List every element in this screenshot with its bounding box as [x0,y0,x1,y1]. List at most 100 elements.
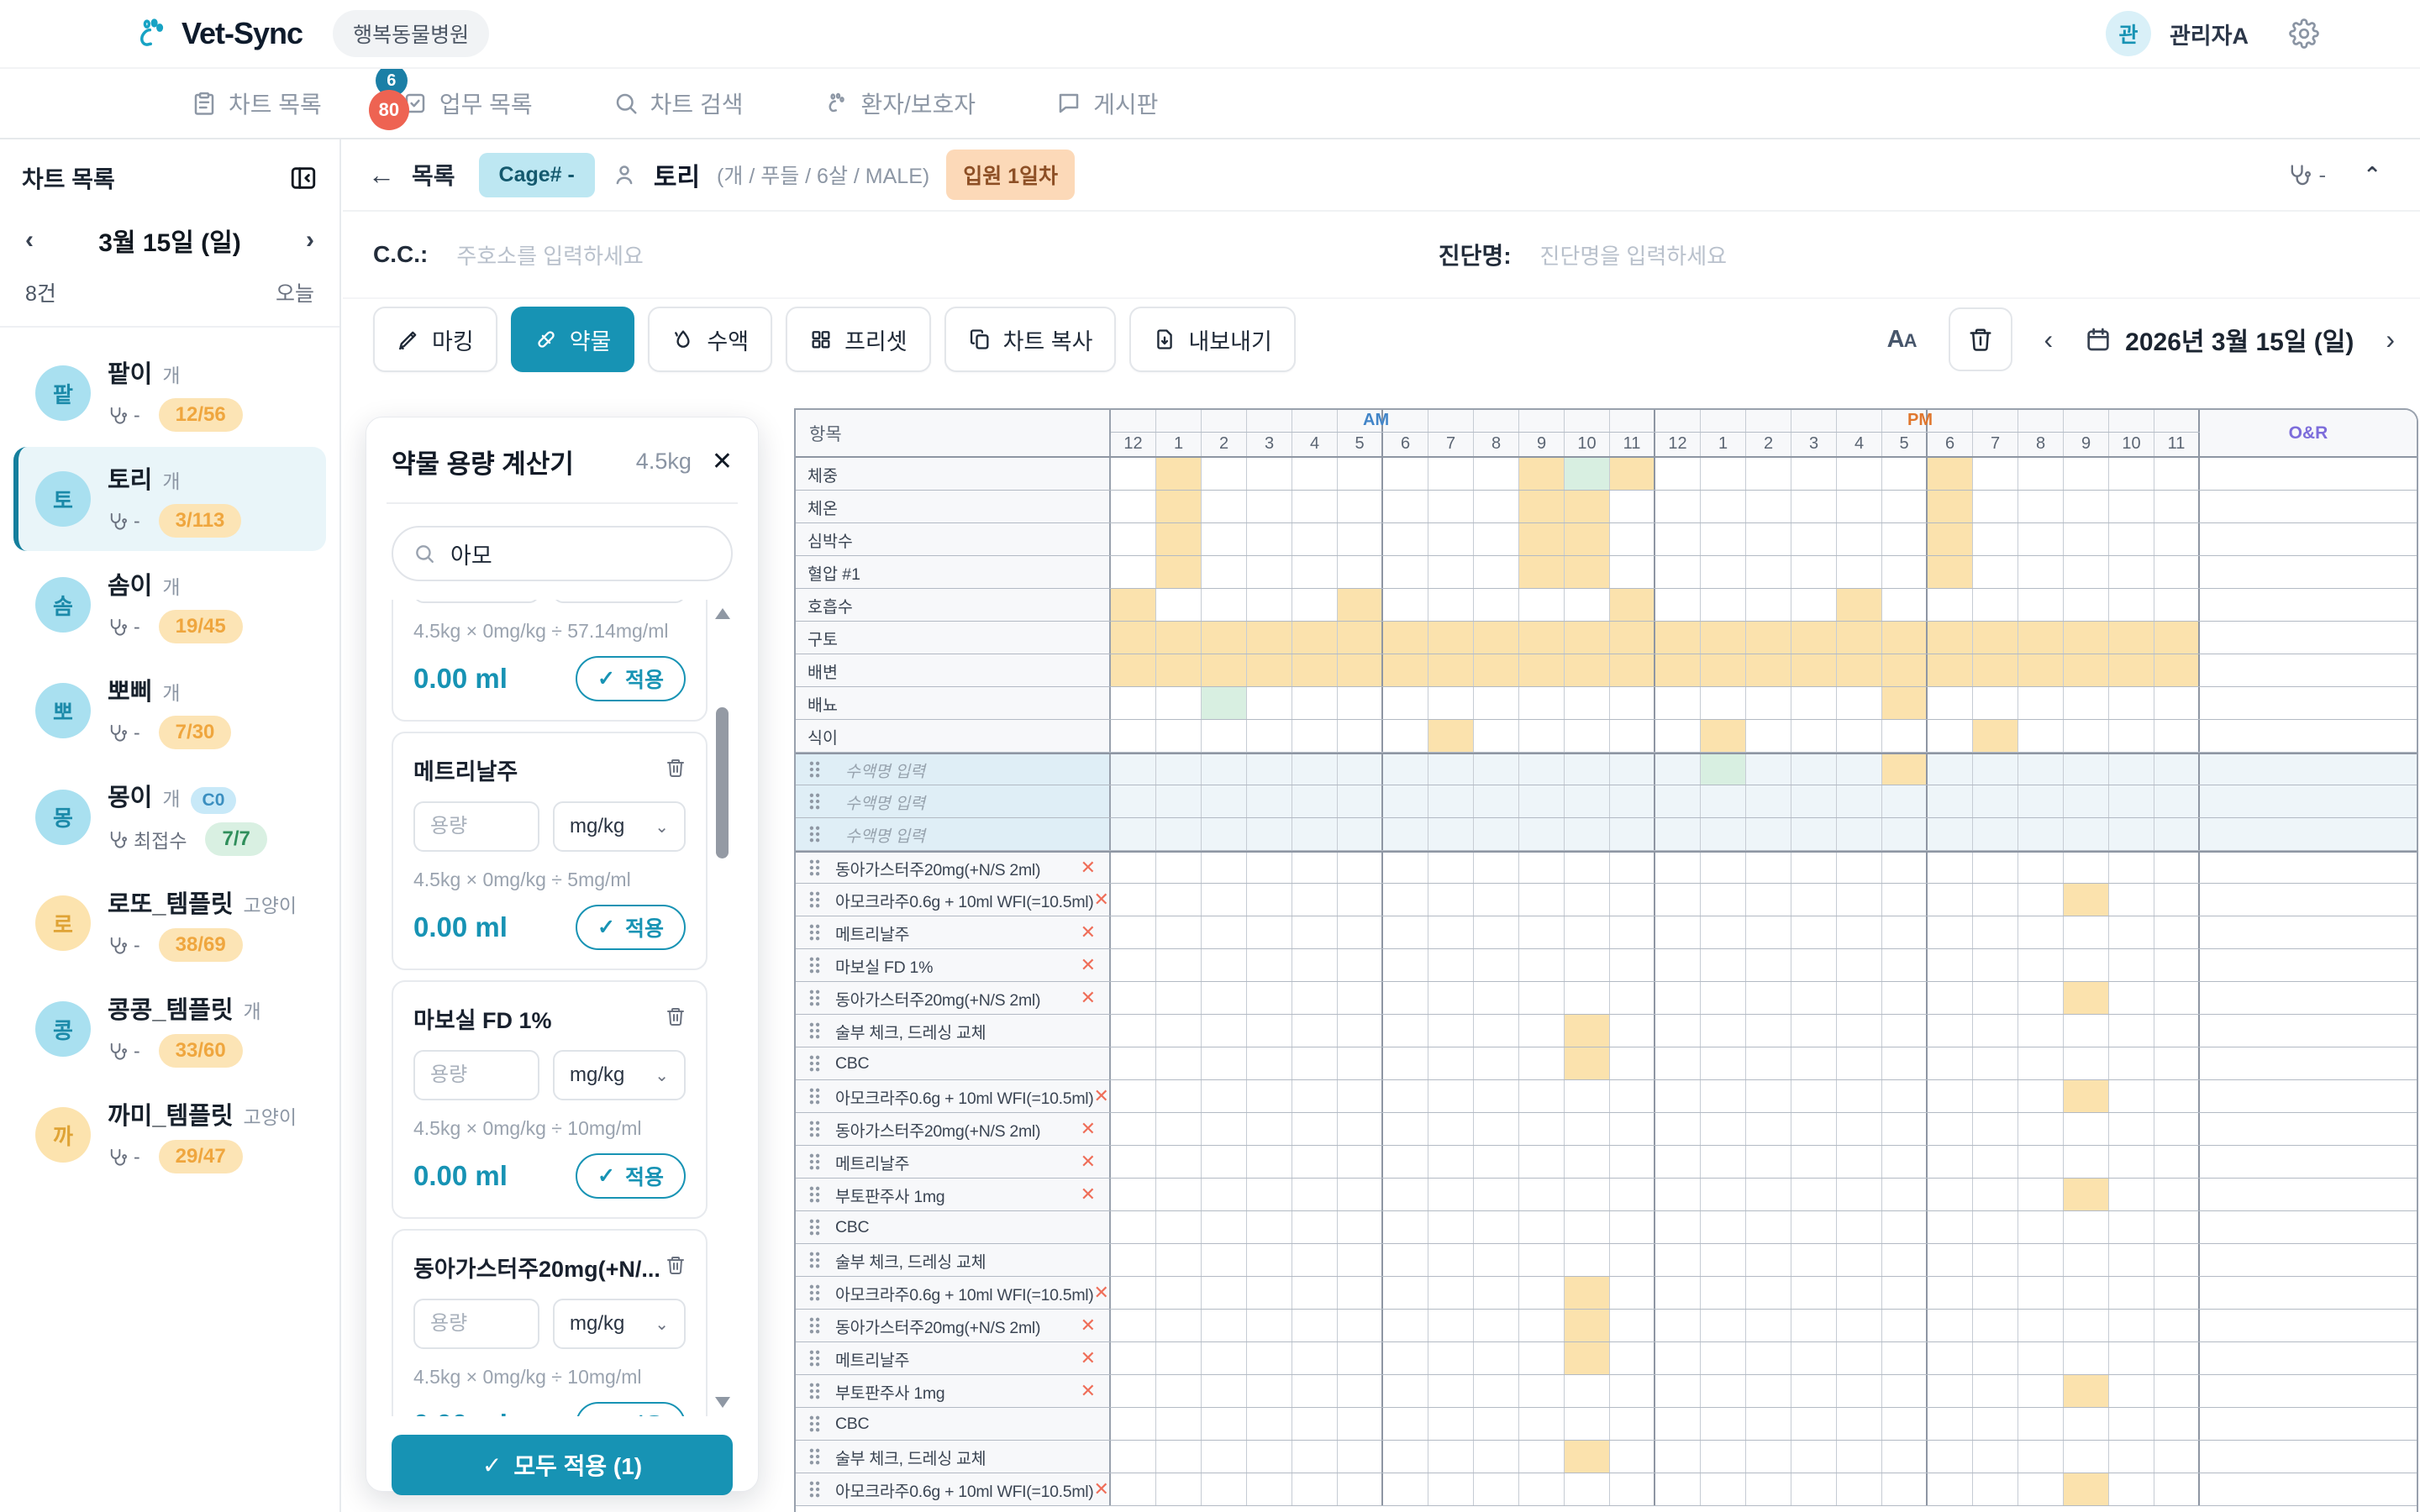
grid-cell[interactable] [2064,884,2109,916]
grid-cell[interactable] [2064,1146,2109,1178]
grid-cell[interactable] [1973,884,2018,916]
grid-cell[interactable] [1837,1310,1882,1341]
grid-cell[interactable] [1111,654,1156,686]
grid-cell[interactable] [1746,1146,1791,1178]
grid-cell[interactable] [2109,982,2154,1014]
grid-cell[interactable] [1247,720,1292,752]
grid-cell[interactable] [1428,1342,1474,1374]
grid-cell[interactable] [1428,853,1474,883]
grid-cell[interactable] [1383,754,1428,785]
grid-cell[interactable] [1156,622,1202,654]
grid-cell[interactable] [1837,720,1882,752]
grid-cell[interactable] [2154,1047,2200,1079]
grid-cell[interactable] [1202,754,1247,785]
fluid-name-input[interactable]: 수액명 입력 [845,822,925,847]
remove-row-icon[interactable]: ✕ [1081,1185,1101,1204]
grid-cell[interactable] [2154,1211,2200,1243]
grid-cell[interactable] [2018,720,2064,752]
grid-cell[interactable] [1791,1047,1837,1079]
grid-cell[interactable] [1746,1113,1791,1145]
grid-cell[interactable] [1746,916,1791,948]
grid-cell[interactable] [1837,1146,1882,1178]
grid-cell[interactable] [1292,720,1338,752]
fluid-name-input[interactable]: 수액명 입력 [845,758,925,782]
grid-cell[interactable] [1292,1244,1338,1276]
grid-cell[interactable] [1655,720,1701,752]
grid-cell[interactable] [1882,1375,1928,1407]
grid-cell[interactable] [1655,785,1701,817]
grid-cell[interactable] [1882,1146,1928,1178]
grid-cell[interactable] [1928,1080,1973,1112]
grid-cell[interactable] [2109,884,2154,916]
grid-cell[interactable] [2109,853,2154,883]
grid-cell[interactable] [2064,818,2109,850]
grid-cell[interactable] [1111,589,1156,621]
grid-cell[interactable] [1973,1277,2018,1309]
grid-cell[interactable] [1565,1473,1610,1505]
grid-cell[interactable] [1655,1113,1701,1145]
remove-row-icon[interactable]: ✕ [1081,1349,1101,1368]
grid-cell[interactable] [1519,556,1565,588]
grid-cell[interactable] [1338,1179,1383,1210]
grid-cell[interactable] [1746,754,1791,785]
calculator-scrollbar[interactable] [714,600,731,1416]
or-cell[interactable] [2200,1441,2417,1473]
grid-cell[interactable] [1655,853,1701,883]
grid-cell[interactable] [1474,491,1519,522]
today-button[interactable]: 오늘 [276,277,314,307]
grid-cell[interactable] [1338,1146,1383,1178]
grid-cell[interactable] [1655,589,1701,621]
grid-cell[interactable] [1565,785,1610,817]
grid-cell[interactable] [1928,1211,1973,1243]
grid-cell[interactable] [1610,589,1655,621]
grid-cell[interactable] [1882,785,1928,817]
grid-cell[interactable] [1474,982,1519,1014]
grid-cell[interactable] [1156,720,1202,752]
grid-cell[interactable] [1156,982,1202,1014]
grid-cell[interactable] [1655,687,1701,719]
grid-cell[interactable] [1655,458,1701,490]
grid-cell[interactable] [1973,1113,2018,1145]
grid-cell[interactable] [2109,949,2154,981]
grid-cell[interactable] [1791,949,1837,981]
grid-cell[interactable] [1928,523,1973,555]
grid-row-label[interactable]: 수액명 입력 [796,754,1111,785]
or-cell[interactable] [2200,1342,2417,1374]
grid-cell[interactable] [2154,458,2200,490]
grid-cell[interactable] [1791,523,1837,555]
grid-cell[interactable] [1701,622,1746,654]
grid-cell[interactable] [1973,1080,2018,1112]
grid-cell[interactable] [1565,916,1610,948]
grid-cell[interactable] [1519,622,1565,654]
grid-cell[interactable] [2064,1113,2109,1145]
or-cell[interactable] [2200,1375,2417,1407]
grid-cell[interactable] [1156,556,1202,588]
grid-cell[interactable] [1973,523,2018,555]
grid-cell[interactable] [1882,1080,1928,1112]
grid-cell[interactable] [1928,556,1973,588]
grid-cell[interactable] [1428,754,1474,785]
grid-cell[interactable] [1292,1342,1338,1374]
unit-select[interactable]: mg/kg⌄ [553,801,686,852]
grid-cell[interactable] [1383,884,1428,916]
or-cell[interactable] [2200,622,2417,654]
grid-cell[interactable] [1837,916,1882,948]
grid-cell[interactable] [1338,1015,1383,1047]
grid-cell[interactable] [1292,1015,1338,1047]
grid-cell[interactable] [2109,720,2154,752]
grid-cell[interactable] [1474,556,1519,588]
grid-cell[interactable] [1519,491,1565,522]
grid-cell[interactable] [1655,818,1701,850]
grid-cell[interactable] [1428,1441,1474,1473]
grid-cell[interactable] [1746,1244,1791,1276]
chart-date-picker[interactable]: 2026년 3월 15일 (일) [2085,321,2354,358]
grid-cell[interactable] [1791,1473,1837,1505]
toolbar-button-2[interactable]: 약물 [511,307,635,372]
grid-cell[interactable] [1746,491,1791,522]
grid-cell[interactable] [1701,1015,1746,1047]
grid-cell[interactable] [1882,1408,1928,1440]
grid-cell[interactable] [1474,1047,1519,1079]
patient-list-item[interactable]: 로로또_템플릿고양이-38/69 [13,871,326,975]
grid-cell[interactable] [2109,589,2154,621]
grid-cell[interactable] [1247,1015,1292,1047]
